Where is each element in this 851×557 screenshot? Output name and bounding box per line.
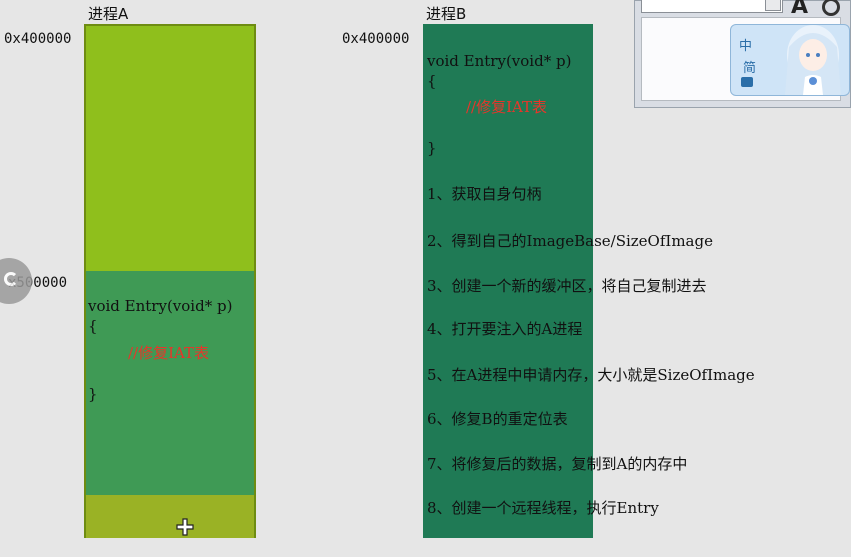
step-item: 5、在A进程中申请内存，大小就是SizeOfImage: [427, 366, 755, 384]
step-item: 4、打开要注入的A进程: [427, 320, 583, 338]
process-a-code-brace-open: {: [88, 317, 98, 335]
process-b-code-brace-open: {: [427, 72, 437, 90]
process-b-address-top: 0x400000: [342, 31, 410, 47]
ime-avatar-panel[interactable]: 中 简: [730, 24, 850, 96]
ime-mode-label: 中: [739, 39, 753, 54]
step-item: 6、修复B的重定位表: [427, 410, 568, 428]
process-a-address-top: 0x400000: [4, 31, 72, 47]
process-a-image-region: [86, 26, 254, 271]
character-avatar: [775, 25, 849, 95]
process-a-code-signature: void Entry(void* p): [88, 297, 233, 315]
process-a-label: 进程A: [88, 5, 129, 23]
ime-letter-indicator[interactable]: A: [791, 0, 808, 19]
window-dropdown[interactable]: [641, 0, 783, 13]
process-b-label: 进程B: [426, 5, 467, 23]
shirt-icon: [741, 77, 753, 87]
scroll-arrow-icon: [4, 272, 18, 286]
move-cursor-icon: [176, 518, 194, 536]
process-a-code-brace-close: }: [88, 385, 98, 403]
step-item: 8、创建一个远程线程，执行Entry: [427, 499, 659, 517]
step-item: 3、创建一个新的缓冲区，将自己复制进去: [427, 277, 707, 295]
process-b-code-signature: void Entry(void* p): [427, 52, 572, 70]
process-a-tail-region: [86, 495, 254, 538]
process-b-code-comment: //修复IAT表: [466, 98, 548, 116]
side-scroll-handle[interactable]: [0, 258, 32, 304]
process-b-code-brace-close: }: [427, 139, 437, 157]
step-item: 1、获取自身句柄: [427, 185, 542, 203]
ime-mode-label-2: 简: [743, 61, 757, 76]
chevron-down-icon[interactable]: [765, 0, 781, 11]
process-a-code-comment: //修复IAT表: [128, 344, 210, 362]
step-item: 2、得到自己的ImageBase/SizeOfImage: [427, 232, 713, 250]
step-item: 7、将修复后的数据，复制到A的内存中: [427, 455, 688, 473]
process-a-memory-block: [84, 24, 256, 538]
